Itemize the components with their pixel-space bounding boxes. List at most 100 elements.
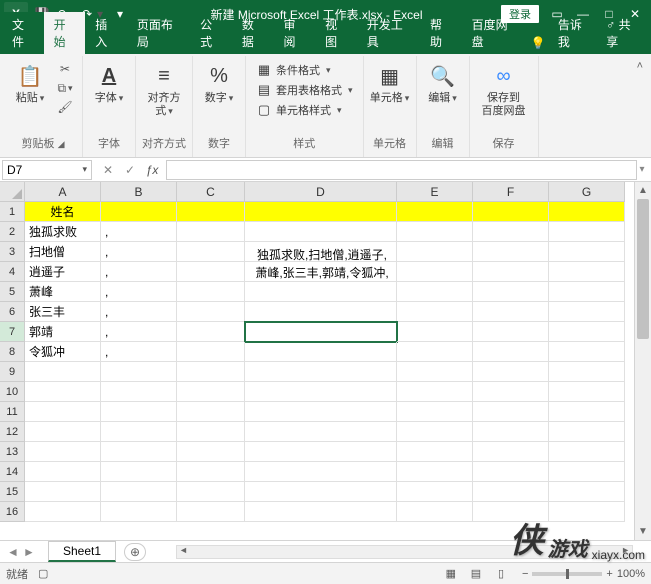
cell[interactable] [397, 462, 473, 482]
cell[interactable] [549, 302, 625, 322]
cell[interactable] [549, 202, 625, 222]
cell[interactable] [549, 442, 625, 462]
cell[interactable] [473, 282, 549, 302]
cell[interactable] [25, 502, 101, 522]
sheet-nav-prev-icon[interactable]: ◄ [6, 545, 20, 559]
cell[interactable] [101, 442, 177, 462]
cell[interactable] [245, 482, 397, 502]
cell[interactable] [177, 362, 245, 382]
share-button[interactable]: ♂ 共享 [596, 12, 649, 54]
cell[interactable] [473, 422, 549, 442]
scroll-up-icon[interactable]: ▲ [635, 182, 651, 199]
row-header[interactable]: 2 [0, 222, 25, 242]
sheet-nav-next-icon[interactable]: ► [22, 545, 36, 559]
cell[interactable] [245, 462, 397, 482]
scroll-thumb[interactable] [637, 199, 649, 339]
tab-baidu[interactable]: 百度网盘 [462, 12, 525, 54]
cell[interactable] [473, 322, 549, 342]
conditional-format-button[interactable]: ▦条件格式▾ [252, 60, 357, 80]
number-button[interactable]: % 数字▾ [199, 60, 239, 105]
format-painter-icon[interactable]: 🖌 [54, 98, 76, 116]
cell[interactable] [177, 202, 245, 222]
cancel-edit-icon[interactable]: ✕ [98, 160, 118, 180]
name-box[interactable]: D7▾ [2, 160, 92, 180]
cell[interactable]: 独孤求败 [25, 222, 101, 242]
row-header[interactable]: 15 [0, 482, 25, 502]
cell[interactable] [245, 322, 397, 342]
row-header[interactable]: 12 [0, 422, 25, 442]
cell[interactable] [101, 502, 177, 522]
col-header[interactable]: E [397, 182, 473, 202]
cell[interactable] [549, 342, 625, 362]
tell-me[interactable]: 告诉我 [552, 12, 596, 54]
zoom-in-icon[interactable]: + [606, 568, 612, 580]
cell[interactable] [245, 442, 397, 462]
cell[interactable] [473, 502, 549, 522]
pagelayout-view-icon[interactable]: ▤ [465, 567, 487, 580]
cell[interactable] [397, 502, 473, 522]
cell[interactable] [397, 362, 473, 382]
cell[interactable] [397, 302, 473, 322]
cell[interactable] [25, 462, 101, 482]
cell[interactable] [177, 302, 245, 322]
cell[interactable] [177, 402, 245, 422]
vertical-scrollbar[interactable]: ▲ ▼ [634, 182, 651, 540]
bulb-icon[interactable]: 💡 [525, 32, 552, 54]
cell[interactable] [25, 482, 101, 502]
cell[interactable] [101, 482, 177, 502]
cell[interactable] [245, 502, 397, 522]
cell[interactable] [397, 322, 473, 342]
cell[interactable] [549, 282, 625, 302]
sheet-tab[interactable]: Sheet1 [48, 541, 116, 562]
cell[interactable] [397, 262, 473, 282]
cell[interactable] [245, 362, 397, 382]
cell[interactable] [245, 422, 397, 442]
cell[interactable] [549, 262, 625, 282]
cell[interactable]: , [101, 282, 177, 302]
tab-formula[interactable]: 公式 [190, 12, 232, 54]
row-header[interactable]: 1 [0, 202, 25, 222]
col-header[interactable]: B [101, 182, 177, 202]
zoom-slider[interactable] [532, 572, 602, 576]
cell[interactable] [245, 402, 397, 422]
cell[interactable] [245, 202, 397, 222]
cell[interactable]: 逍遥子 [25, 262, 101, 282]
cell[interactable] [245, 302, 397, 322]
cell[interactable] [473, 442, 549, 462]
cells-button[interactable]: ▦ 单元格▾ [370, 60, 410, 105]
horizontal-scrollbar[interactable] [176, 545, 633, 559]
cell[interactable]: 萧峰 [25, 282, 101, 302]
scroll-down-icon[interactable]: ▼ [635, 523, 651, 540]
cell[interactable] [397, 222, 473, 242]
row-header[interactable]: 3 [0, 242, 25, 262]
tab-review[interactable]: 审阅 [273, 12, 315, 54]
cell[interactable] [397, 282, 473, 302]
cell[interactable]: , [101, 322, 177, 342]
cell[interactable] [177, 422, 245, 442]
cell[interactable]: , [101, 242, 177, 262]
cell[interactable] [25, 362, 101, 382]
cell[interactable] [177, 322, 245, 342]
cell[interactable] [473, 262, 549, 282]
cell-styles-button[interactable]: ▢单元格样式▾ [252, 100, 357, 120]
row-header[interactable]: 8 [0, 342, 25, 362]
cell[interactable] [177, 342, 245, 362]
col-header[interactable]: A [25, 182, 101, 202]
cell[interactable] [177, 482, 245, 502]
cut-icon[interactable]: ✂ [54, 60, 76, 78]
col-header[interactable]: G [549, 182, 625, 202]
row-header[interactable]: 16 [0, 502, 25, 522]
cell[interactable] [101, 462, 177, 482]
cell[interactable]: 郭靖 [25, 322, 101, 342]
cell[interactable] [101, 382, 177, 402]
cell[interactable] [177, 462, 245, 482]
cell[interactable] [397, 442, 473, 462]
cell[interactable] [549, 462, 625, 482]
copy-icon[interactable]: ⧉▾ [54, 79, 76, 97]
cell[interactable] [473, 242, 549, 262]
row-header[interactable]: 4 [0, 262, 25, 282]
cell[interactable] [397, 242, 473, 262]
cell[interactable] [245, 382, 397, 402]
cell[interactable] [177, 262, 245, 282]
cell[interactable] [101, 362, 177, 382]
